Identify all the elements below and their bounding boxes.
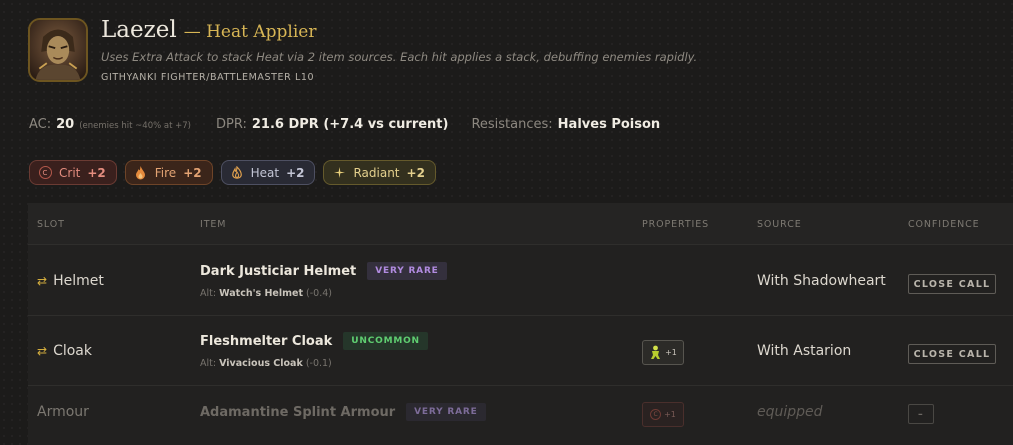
character-name: Laezel bbox=[101, 17, 177, 43]
tag-radiant[interactable]: Radiant +2 bbox=[323, 160, 436, 185]
swap-icon: ⇄ bbox=[37, 274, 48, 288]
header-source: SOURCE bbox=[757, 219, 802, 230]
header-confidence: CONFIDENCE bbox=[908, 219, 980, 230]
alt-item-name[interactable]: Watch's Helmet bbox=[219, 288, 303, 299]
table-row[interactable]: ⇄ Helmet Dark Justiciar Helmet VERY RARE… bbox=[28, 246, 1013, 316]
header-item: ITEM bbox=[200, 219, 227, 230]
slot-cell: ⇄ Helmet bbox=[37, 273, 104, 289]
alt-prefix: Alt: bbox=[200, 358, 217, 369]
crit-c-icon: C bbox=[650, 409, 662, 420]
flame-icon bbox=[134, 165, 148, 180]
ac-label: AC: bbox=[29, 117, 52, 132]
resistances-value: Halves Poison bbox=[557, 117, 661, 132]
tag-count: +2 bbox=[406, 165, 425, 180]
tag-crit[interactable]: C Crit +2 bbox=[29, 160, 117, 185]
crit-c-icon: C bbox=[38, 166, 52, 179]
header-slot: SLOT bbox=[37, 219, 65, 230]
item-name[interactable]: Dark Justiciar Helmet bbox=[200, 264, 356, 279]
acid-figure-icon bbox=[651, 345, 661, 359]
tag-label: Radiant bbox=[353, 165, 400, 180]
class-line: GITHYANKI FIGHTER/BATTLEMASTER L10 bbox=[101, 72, 315, 83]
source-cell: With Astarion bbox=[757, 343, 852, 359]
dpr-value: 21.6 DPR (+7.4 vs current) bbox=[251, 117, 449, 132]
tag-label: Fire bbox=[154, 165, 177, 180]
character-header: Laezel — Heat Applier Uses Extra Attack … bbox=[28, 17, 698, 83]
swap-icon: ⇄ bbox=[37, 344, 48, 358]
alt-item: Alt: Vivacious Cloak (-0.1) bbox=[200, 358, 428, 369]
property-chip[interactable]: C +1 bbox=[642, 402, 684, 427]
source-cell: equipped bbox=[757, 404, 823, 420]
tag-count: +2 bbox=[183, 165, 202, 180]
slot-label: Helmet bbox=[53, 273, 104, 289]
confidence-badge: – bbox=[908, 404, 934, 424]
alt-delta: (-0.1) bbox=[305, 358, 332, 369]
item-cell: Adamantine Splint Armour VERY RARE bbox=[200, 403, 486, 421]
stats-row: AC: 20 (enemies hit ~40% at +7) DPR: 21.… bbox=[29, 117, 660, 132]
sparkle-icon bbox=[332, 167, 346, 178]
heat-swirl-icon bbox=[230, 165, 244, 180]
alt-item: Alt: Watch's Helmet (-0.4) bbox=[200, 288, 447, 299]
dpr-label: DPR: bbox=[215, 117, 247, 132]
slot-cell: Armour bbox=[37, 404, 89, 420]
character-portrait bbox=[28, 18, 88, 82]
property-count: +1 bbox=[664, 410, 676, 419]
confidence-badge: CLOSE CALL bbox=[908, 344, 996, 364]
item-cell: Fleshmelter Cloak UNCOMMON Alt: Vivaciou… bbox=[200, 332, 428, 369]
table-header: SLOT ITEM PROPERTIES SOURCE CONFIDENCE bbox=[28, 203, 1013, 245]
build-tagline: Uses Extra Attack to stack Heat via 2 it… bbox=[101, 50, 698, 64]
rarity-badge: UNCOMMON bbox=[343, 332, 428, 350]
tag-count: +2 bbox=[286, 165, 305, 180]
tag-count: +2 bbox=[87, 165, 106, 180]
character-role: — Heat Applier bbox=[183, 22, 317, 42]
ac-value: 20 bbox=[56, 117, 75, 132]
header-properties: PROPERTIES bbox=[642, 219, 710, 230]
item-name[interactable]: Fleshmelter Cloak bbox=[200, 334, 332, 349]
alt-delta: (-0.4) bbox=[306, 288, 332, 299]
alt-item-name[interactable]: Vivacious Cloak bbox=[219, 358, 303, 369]
ac-note: (enemies hit ~40% at +7) bbox=[79, 121, 191, 131]
slot-cell: ⇄ Cloak bbox=[37, 343, 92, 359]
item-cell: Dark Justiciar Helmet VERY RARE Alt: Wat… bbox=[200, 262, 447, 299]
property-chip[interactable]: +1 bbox=[642, 340, 684, 365]
confidence-badge: CLOSE CALL bbox=[908, 274, 996, 294]
resistances-label: Resistances: bbox=[471, 117, 553, 132]
item-name[interactable]: Adamantine Splint Armour bbox=[200, 405, 395, 420]
gear-table: SLOT ITEM PROPERTIES SOURCE CONFIDENCE ⇄… bbox=[28, 203, 1013, 445]
rarity-badge: VERY RARE bbox=[406, 403, 486, 421]
slot-label: Cloak bbox=[53, 343, 92, 359]
table-row[interactable]: ⇄ Cloak Fleshmelter Cloak UNCOMMON Alt: … bbox=[28, 316, 1013, 386]
rarity-badge: VERY RARE bbox=[367, 262, 447, 280]
alt-prefix: Alt: bbox=[200, 288, 217, 299]
slot-label: Armour bbox=[37, 404, 89, 420]
tag-list: C Crit +2 Fire +2 Heat +2 Radiant +2 bbox=[29, 160, 444, 185]
table-row[interactable]: Armour Adamantine Splint Armour VERY RAR… bbox=[28, 386, 1013, 445]
tag-label: Heat bbox=[250, 165, 280, 180]
property-count: +1 bbox=[665, 348, 677, 357]
tag-fire[interactable]: Fire +2 bbox=[124, 160, 213, 185]
tag-label: Crit bbox=[59, 165, 81, 180]
tag-heat[interactable]: Heat +2 bbox=[220, 160, 316, 185]
source-cell: With Shadowheart bbox=[757, 273, 886, 289]
